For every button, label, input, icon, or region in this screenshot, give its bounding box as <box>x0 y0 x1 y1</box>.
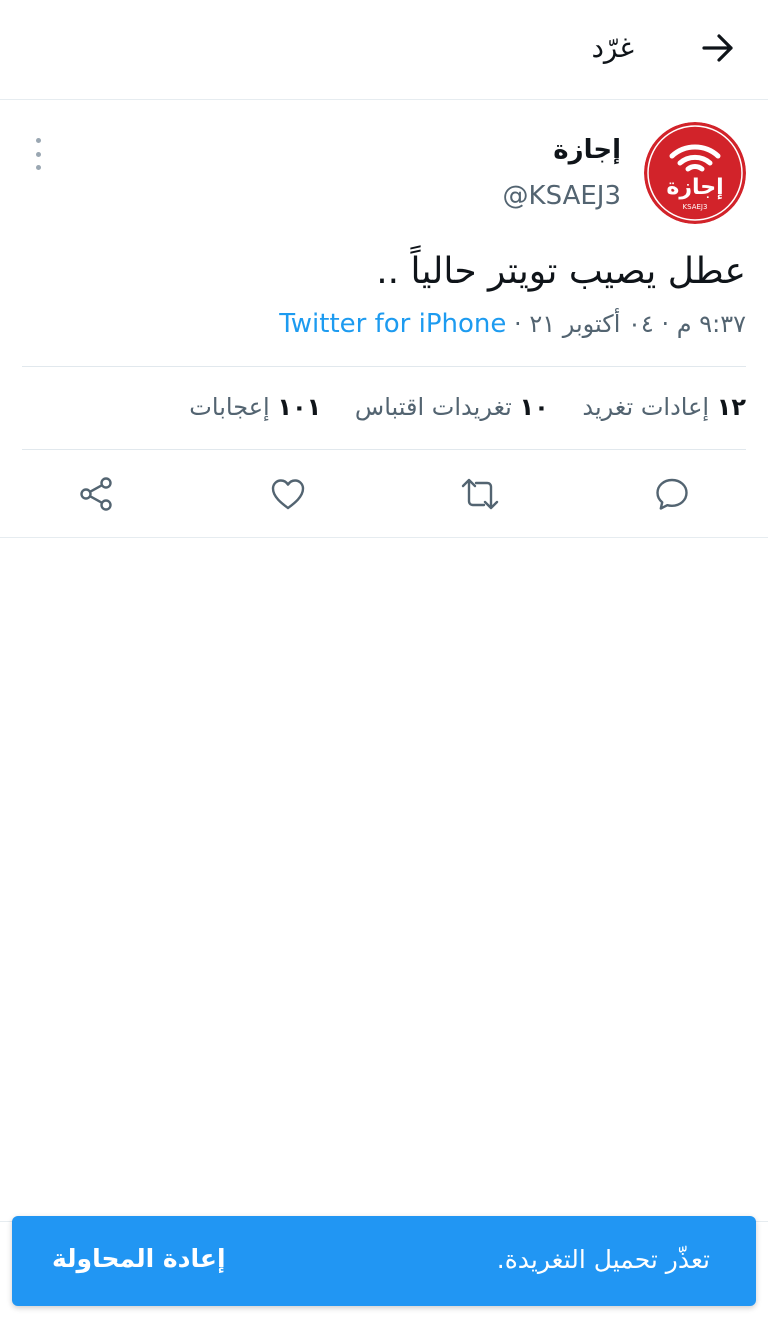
reply-icon <box>656 478 688 510</box>
retweet-icon <box>461 478 499 510</box>
more-dot-icon <box>35 138 41 143</box>
tweet-source-link[interactable]: Twitter for iPhone <box>279 309 506 339</box>
tweet-time: ٩:٣٧ م <box>676 310 746 338</box>
more-dot-icon <box>35 165 41 170</box>
likes-stat[interactable]: ١٠١ إعجابات <box>189 393 321 421</box>
quotes-count: ١٠ <box>519 393 549 421</box>
avatar-logo-text: إجازة <box>666 175 723 200</box>
likes-label: إعجابات <box>189 393 270 421</box>
share-icon <box>80 477 112 511</box>
author-handle[interactable]: @KSAEJ3 <box>503 178 621 214</box>
retweets-label: إعادات تغريد <box>582 393 710 421</box>
reply-button[interactable] <box>650 472 694 516</box>
quotes-label: تغريدات اقتباس <box>354 393 512 421</box>
avatar-logo-subtext: KSAEJ3 <box>683 203 708 211</box>
retweets-stat[interactable]: ١٢ إعادات تغريد <box>582 393 746 421</box>
avatar[interactable]: إجازة KSAEJ3 <box>644 122 746 224</box>
back-button[interactable] <box>696 26 740 70</box>
top-bar: غرّد <box>0 0 768 100</box>
tweet-date: ٠٤ أكتوبر ٢١ <box>529 310 654 338</box>
snackbar-message: تعذّر تحميل التغريدة. <box>496 1245 710 1274</box>
tweet-action-bar <box>0 452 768 538</box>
tweet-stats: ١٢ إعادات تغريد ١٠ تغريدات اقتباس ١٠١ إع… <box>189 388 746 426</box>
heart-icon <box>271 479 305 510</box>
quotes-stat[interactable]: ١٠ تغريدات اقتباس <box>355 393 549 421</box>
divider <box>22 449 746 450</box>
more-options-button[interactable] <box>26 138 50 170</box>
author-display-name[interactable]: إجازة <box>553 132 621 168</box>
meta-separator: · <box>661 310 670 338</box>
more-dot-icon <box>35 151 41 157</box>
retweet-button[interactable] <box>458 472 502 516</box>
likes-count: ١٠١ <box>277 393 322 421</box>
arrow-right-icon <box>702 34 733 62</box>
tweet-text: عطل يصيب تويتر حالياً .. <box>376 251 746 292</box>
retry-button[interactable]: إعادة المحاولة <box>52 1238 226 1280</box>
meta-separator: · <box>514 310 522 338</box>
retweets-count: ١٢ <box>716 393 746 421</box>
share-button[interactable] <box>74 472 118 516</box>
error-snackbar: تعذّر تحميل التغريدة. إعادة المحاولة <box>12 1216 756 1306</box>
tweet-meta: ٩:٣٧ م · ٠٤ أكتوبر ٢١ · Twitter for iPho… <box>279 306 746 342</box>
tweet-detail-page: غرّد إجازة KSAEJ3 إجازة @KSAEJ3 عطل يصيب… <box>0 0 768 1317</box>
like-button[interactable] <box>266 472 310 516</box>
page-title: غرّد <box>591 31 634 64</box>
divider <box>22 366 746 367</box>
wifi-logo-icon: إجازة KSAEJ3 <box>644 122 746 224</box>
